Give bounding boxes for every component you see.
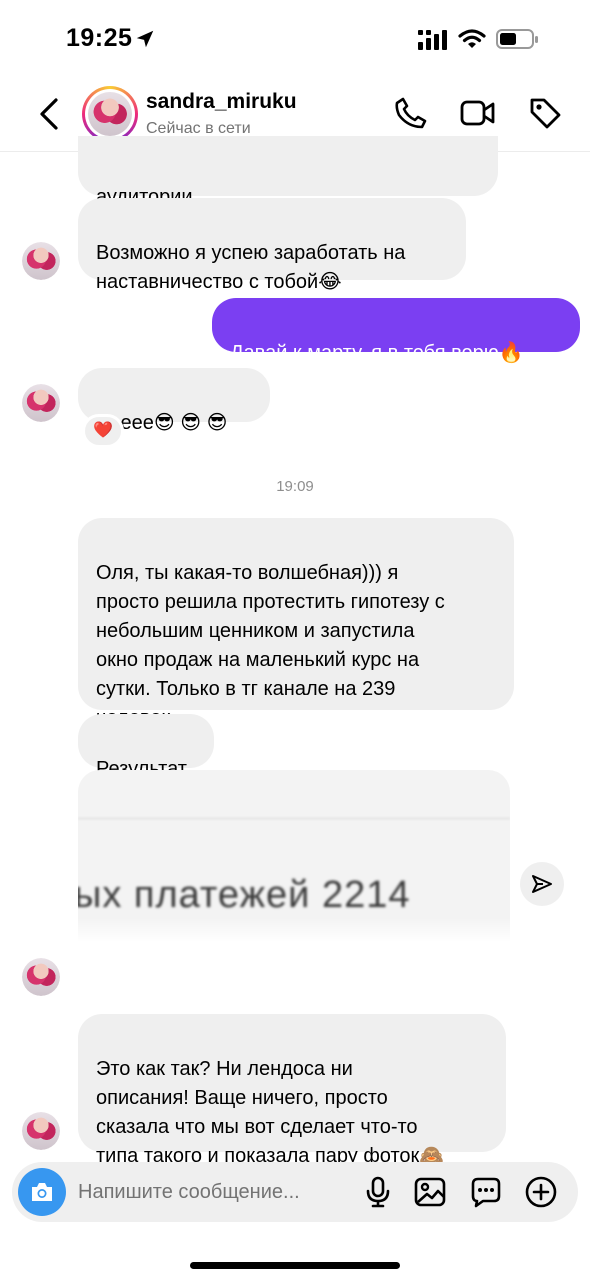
message-text: Возможно я успею заработать на наставнич…	[96, 242, 406, 293]
tag-label-icon[interactable]	[528, 96, 562, 130]
share-button[interactable]	[520, 862, 564, 906]
avatar-photo	[88, 92, 132, 136]
message-text: Это как так? Ни лендоса ни описания! Ващ…	[96, 1058, 445, 1167]
sender-avatar[interactable]	[22, 242, 60, 280]
add-plus-icon[interactable]	[524, 1175, 558, 1209]
reaction-emoji: ❤️	[93, 422, 113, 439]
gallery-image-icon[interactable]	[414, 1176, 446, 1208]
phone-call-icon[interactable]	[394, 96, 428, 130]
message-text: Оля, ты какая-то волшебная))) я просто р…	[96, 562, 445, 729]
back-chevron-icon[interactable]	[36, 96, 64, 132]
message-timestamp: 19:09	[276, 478, 314, 495]
camera-button[interactable]	[18, 1168, 66, 1216]
location-arrow-icon	[136, 30, 154, 48]
battery-icon	[496, 29, 538, 49]
photo-attachment[interactable]: ых платежей 2214	[78, 770, 510, 942]
status-time: 19:25	[66, 24, 133, 52]
message-bubble-incoming[interactable]: Результат	[78, 714, 214, 780]
sticker-chat-icon[interactable]	[470, 1176, 502, 1208]
sender-avatar[interactable]	[22, 1112, 60, 1150]
message-input[interactable]	[78, 1178, 348, 1206]
sender-avatar[interactable]	[22, 384, 60, 422]
message-bubble-incoming[interactable]: аудитории	[78, 136, 498, 208]
message-bubble-outgoing[interactable]: Давай к марту, я в тебя верю🔥	[212, 298, 580, 364]
message-bubble-incoming[interactable]: Возможно я успею заработать на наставнич…	[78, 198, 466, 293]
sender-avatar[interactable]	[22, 958, 60, 996]
wifi-icon	[458, 29, 486, 48]
message-composer	[12, 1162, 578, 1222]
video-call-icon[interactable]	[460, 98, 496, 128]
send-arrow-icon	[532, 875, 552, 893]
home-indicator[interactable]	[190, 1262, 400, 1269]
microphone-icon[interactable]	[364, 1176, 392, 1208]
camera-icon	[32, 1183, 52, 1201]
message-bubble-incoming[interactable]: Оля, ты какая-то волшебная))) я просто р…	[78, 518, 514, 729]
heart-reaction-badge[interactable]: ❤️	[82, 414, 124, 448]
contact-name[interactable]: sandra_miruku	[146, 90, 297, 114]
message-bubble-incoming[interactable]: Это как так? Ни лендоса ни описания! Ващ…	[78, 1014, 506, 1167]
contact-avatar[interactable]	[82, 86, 138, 142]
status-bar: 19:25	[0, 0, 590, 80]
message-text: Давай к марту, я в тебя верю🔥	[230, 342, 524, 364]
cellular-signal-icon	[418, 30, 447, 50]
photo-text: ых платежей 2214	[78, 874, 411, 916]
